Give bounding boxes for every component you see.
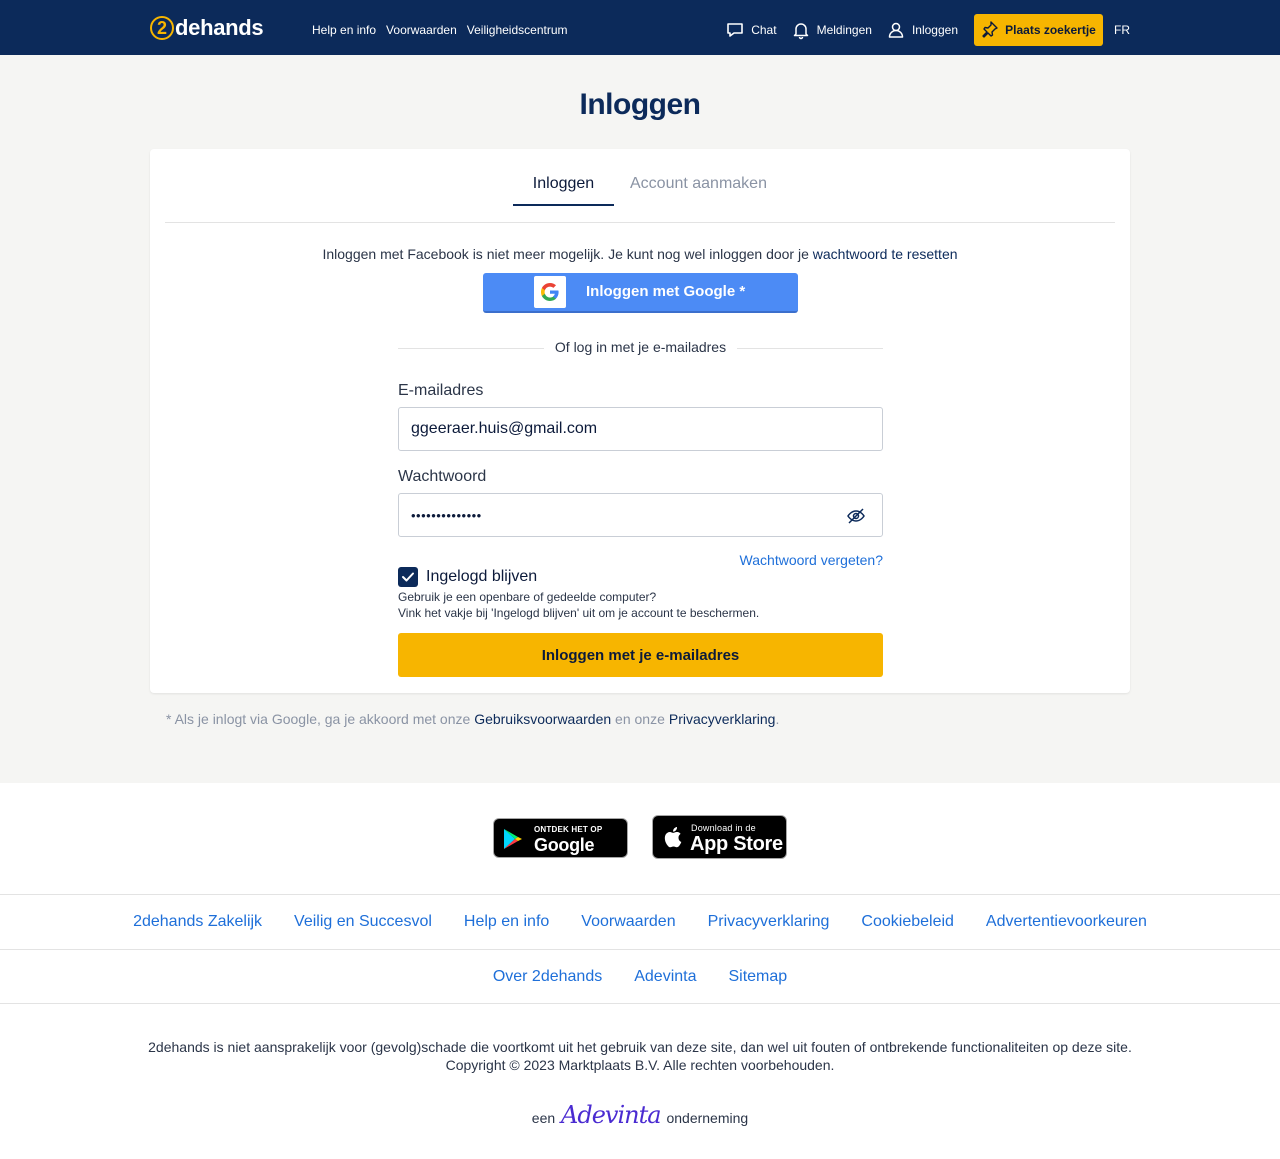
or-divider: Of log in met je e-mailadres: [398, 339, 883, 357]
divider-text: Of log in met je e-mailadres: [543, 339, 738, 355]
login-card: Inloggen Account aanmaken Inloggen met F…: [150, 149, 1130, 693]
footer-link-safe[interactable]: Veilig en Succesvol: [294, 913, 432, 931]
consent-middle: en onze: [615, 711, 665, 727]
adevinta-suffix: onderneming: [666, 1110, 749, 1126]
footer-links-primary: 2dehands Zakelijk Veilig en Succesvol He…: [0, 894, 1280, 949]
uncheck-hint: Vink het vakje bij 'Ingelogd blijven' ui…: [398, 606, 760, 620]
adevinta-prefix: een: [531, 1110, 556, 1126]
email-label: E-mailadres: [398, 382, 484, 399]
checkmark-icon: [402, 572, 414, 582]
google-play-badge[interactable]: ONTDEK HET OP Google Play: [493, 818, 628, 876]
bell-icon: [791, 20, 811, 40]
password-value: ••••••••••••••: [411, 507, 482, 523]
header-actions: Chat Meldingen Inloggen Plaats zoekertje…: [725, 14, 1130, 46]
google-logo-icon: [534, 276, 566, 308]
chat-button[interactable]: Chat: [725, 20, 777, 40]
pin-icon: [981, 20, 999, 41]
page-title: Inloggen: [579, 88, 701, 121]
google-consent-note: * Als je inlogt via Google, ga je akkoor…: [166, 711, 779, 727]
terms-link[interactable]: Gebruiksvoorwaarden: [474, 711, 611, 727]
chat-icon: [725, 20, 745, 40]
logo-text: dehands: [175, 15, 264, 40]
footer: ONTDEK HET OP Google Play Download in de…: [0, 783, 1280, 1159]
footer-link-privacy[interactable]: Privacyverklaring: [708, 913, 830, 931]
password-field[interactable]: ••••••••••••••: [398, 493, 883, 537]
footer-link-cookies[interactable]: Cookiebeleid: [861, 913, 954, 931]
adevinta-logo[interactable]: Adevinta: [561, 1101, 662, 1129]
app-store-badge[interactable]: Download in de App Store: [652, 815, 787, 859]
language-switch[interactable]: FR: [1114, 23, 1130, 37]
google-play-big-text: Google Play: [534, 835, 595, 876]
notifications-label: Meldingen: [816, 23, 872, 37]
remember-me-checkbox[interactable]: [398, 567, 418, 587]
remember-me-label[interactable]: Ingelogd blijven: [426, 568, 537, 586]
consent-suffix: .: [775, 711, 780, 727]
login-tabs: Inloggen Account aanmaken: [165, 149, 1115, 223]
chat-label: Chat: [751, 23, 777, 37]
facebook-notice: Inloggen met Facebook is niet meer mogel…: [150, 246, 1130, 262]
tab-register[interactable]: Account aanmaken: [630, 175, 767, 193]
tab-login[interactable]: Inloggen: [513, 175, 614, 206]
google-play-icon: [504, 829, 522, 849]
app-store-big-text: App Store: [690, 833, 783, 855]
reset-password-link[interactable]: wachtwoord te resetten: [813, 246, 958, 262]
consent-prefix: * Als je inlogt via Google, ga je akkoor…: [166, 711, 471, 727]
footer-link-business[interactable]: 2dehands Zakelijk: [133, 913, 262, 931]
footer-link-about[interactable]: Over 2dehands: [493, 968, 602, 986]
nav-terms-link[interactable]: Voorwaarden: [386, 23, 457, 37]
place-ad-label: Plaats zoekertje: [1005, 23, 1096, 37]
footer-link-adevinta[interactable]: Adevinta: [634, 968, 696, 986]
footer-link-sitemap[interactable]: Sitemap: [728, 968, 787, 986]
divider-text-wrap: Of log in met je e-mailadres: [398, 339, 883, 355]
login-label: Inloggen: [911, 23, 958, 37]
email-input[interactable]: [411, 420, 870, 438]
eye-off-icon[interactable]: [846, 506, 866, 526]
apple-icon: [664, 827, 682, 848]
place-ad-button[interactable]: Plaats zoekertje: [974, 14, 1103, 46]
nav-safety-link[interactable]: Veiligheidscentrum: [467, 23, 568, 37]
notifications-button[interactable]: Meldingen: [791, 20, 872, 40]
legal-disclaimer: 2dehands is niet aansprakelijk voor (gev…: [0, 1038, 1280, 1074]
logo-mark: 2: [150, 16, 174, 40]
forgot-password-link[interactable]: Wachtwoord vergeten?: [740, 552, 883, 568]
login-button[interactable]: Inloggen: [886, 20, 958, 40]
footer-links-secondary: Over 2dehands Adevinta Sitemap: [0, 949, 1280, 1004]
footer-link-terms[interactable]: Voorwaarden: [581, 913, 675, 931]
logo[interactable]: 2 dehands: [150, 14, 264, 42]
nav-help-link[interactable]: Help en info: [312, 23, 376, 37]
email-field[interactable]: [398, 407, 883, 451]
google-login-button[interactable]: Inloggen met Google *: [483, 273, 798, 313]
privacy-link[interactable]: Privacyverklaring: [669, 711, 776, 727]
copyright-text: Copyright © 2023 Marktplaats B.V. Alle r…: [445, 1057, 835, 1073]
email-login-button[interactable]: Inloggen met je e-mailadres: [398, 633, 883, 677]
app-store-small-text: Download in de: [691, 823, 756, 833]
top-nav-links: Help en info Voorwaarden Veiligheidscent…: [312, 23, 568, 37]
top-navigation-bar: 2 dehands Help en info Voorwaarden Veili…: [0, 0, 1280, 55]
user-icon: [886, 20, 906, 40]
password-label: Wachtwoord: [398, 468, 487, 485]
facebook-notice-text: Inloggen met Facebook is niet meer mogel…: [322, 246, 809, 262]
google-login-label: Inloggen met Google *: [586, 283, 746, 300]
adevinta-credit: een Adevinta onderneming: [0, 1101, 1280, 1129]
footer-link-ad-preferences[interactable]: Advertentievoorkeuren: [986, 913, 1147, 931]
google-play-small-text: ONTDEK HET OP: [534, 825, 603, 834]
shared-computer-hint: Gebruik je een openbare of gedeelde comp…: [398, 590, 657, 604]
footer-link-help[interactable]: Help en info: [464, 913, 549, 931]
liability-text: 2dehands is niet aansprakelijk voor (gev…: [148, 1039, 1132, 1055]
